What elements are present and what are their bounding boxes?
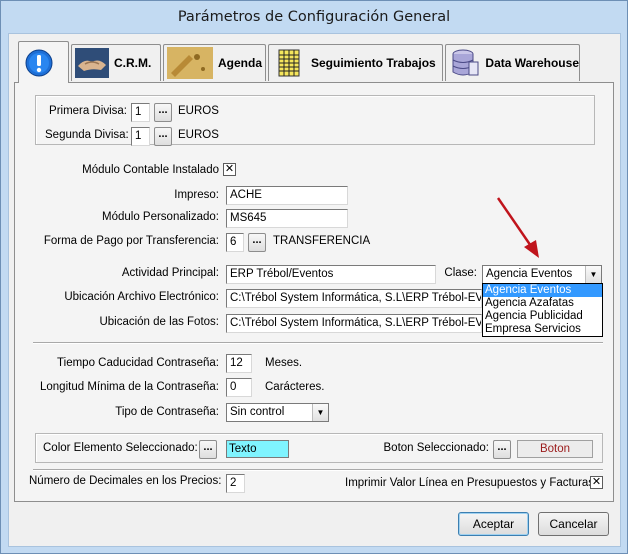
electronic-file-input[interactable]: C:\Trébol System Informática, S.L\ERP Tr… [226,289,482,308]
password-type-value: Sin control [230,406,285,418]
info-icon [21,47,57,79]
chevron-down-icon[interactable]: ▼ [312,404,328,421]
secondary-currency-input[interactable]: 1 [131,127,150,146]
main-activity-input[interactable]: ERP Trébol/Eventos [226,265,436,284]
handshake-icon [74,47,110,79]
password-expiry-label: Tiempo Caducidad Contraseña: [57,357,219,369]
primary-currency-input[interactable]: 1 [131,103,150,122]
tab-agenda-label: Agenda [218,56,263,70]
cancel-button[interactable]: Cancelar [538,512,609,536]
class-dropdown-list: Agencia Eventos Agencia Azafatas Agencia… [482,283,603,337]
password-expiry-input[interactable]: 12 [226,354,252,373]
selected-color-sample: Texto [226,440,289,458]
secondary-currency-label: Segunda Divisa: [45,129,129,141]
printed-input[interactable]: ACHE [226,186,348,205]
accept-button[interactable]: Aceptar [458,512,529,536]
transfer-payment-label: Forma de Pago por Transferencia: [43,235,219,247]
class-option[interactable]: Empresa Servicios [483,323,602,336]
class-option[interactable]: Agencia Publicidad [483,310,602,323]
class-select-value: Agencia Eventos [486,268,573,280]
custom-module-label: Módulo Personalizado: [102,211,219,223]
tab-agenda[interactable]: Agenda [163,44,266,81]
password-expiry-unit: Meses. [265,357,303,369]
secondary-currency-lookup-button[interactable]: ... [154,127,172,146]
spreadsheet-icon [271,47,307,79]
chevron-down-icon[interactable]: ▼ [585,266,601,283]
secondary-currency-name: EUROS [178,129,219,141]
print-line-value-label: Imprimir Valor Línea en Presupuestos y F… [345,477,595,489]
print-line-value-checkbox[interactable]: ✕ [590,476,603,489]
primary-currency-label: Primera Divisa: [49,105,127,117]
tab-data-warehouse[interactable]: Data Warehouse [445,44,580,81]
transfer-payment-lookup-button[interactable]: ... [248,233,266,252]
general-tab-panel: Primera Divisa: 1 ... EUROS Segunda Divi… [14,82,614,502]
transfer-payment-input[interactable]: 6 [226,233,244,252]
selected-button-picker-button[interactable]: ... [493,440,511,459]
password-type-select[interactable]: Sin control ▼ [226,403,329,422]
password-min-length-label: Longitud Mínima de la Contraseña: [40,381,219,393]
printed-label: Impreso: [174,189,219,201]
tab-crm[interactable]: C.R.M. [71,44,161,81]
price-decimals-input[interactable]: 2 [226,474,245,493]
accounting-module-checkbox[interactable]: ✕ [223,163,236,176]
agenda-icon [166,47,214,79]
class-label: Clase: [444,267,477,279]
tab-data-warehouse-label: Data Warehouse [485,56,579,70]
primary-currency-name: EUROS [178,105,219,117]
dialog-client-area: C.R.M. Agenda Seguimiento Trabajos Data … [8,33,621,547]
cancel-button-label: Cancelar [549,517,598,531]
section-divider [33,469,603,471]
selected-color-label: Color Elemento Seleccionado: [43,442,198,454]
selected-button-sample: Boton [517,440,593,458]
primary-currency-lookup-button[interactable]: ... [154,103,172,122]
section-divider [33,342,603,344]
selected-color-picker-button[interactable]: ... [199,440,217,459]
class-option[interactable]: Agencia Azafatas [483,297,602,310]
tab-general[interactable] [18,41,69,83]
tab-seguimiento[interactable]: Seguimiento Trabajos [268,44,443,81]
transfer-payment-name: TRANSFERENCIA [273,235,371,247]
annotation-arrow-icon [496,197,539,258]
photos-location-label: Ubicación de las Fotos: [99,316,219,328]
password-min-length-input[interactable]: 0 [226,378,252,397]
config-dialog: Parámetros de Configuración General C.R.… [0,0,628,554]
window-title: Parámetros de Configuración General [177,9,451,25]
accounting-module-label: Módulo Contable Instalado [82,164,219,176]
custom-module-input[interactable]: MS645 [226,209,348,228]
price-decimals-label: Número de Decimales en los Precios: [29,475,222,487]
accept-button-label: Aceptar [472,517,515,531]
class-option[interactable]: Agencia Eventos [483,284,602,297]
selected-button-label: Boton Seleccionado: [383,442,490,454]
password-min-length-unit: Carácteres. [265,381,325,393]
database-icon [448,47,481,79]
electronic-file-label: Ubicación Archivo Electrónico: [64,291,219,303]
main-activity-label: Actividad Principal: [121,267,219,279]
password-type-label: Tipo de Contraseña: [115,406,219,418]
photos-location-input[interactable]: C:\Trébol System Informática, S.L\ERP Tr… [226,314,482,333]
class-select[interactable]: Agencia Eventos ▼ [482,265,602,284]
tab-seguimiento-label: Seguimiento Trabajos [311,56,436,70]
tab-crm-label: C.R.M. [114,56,152,70]
